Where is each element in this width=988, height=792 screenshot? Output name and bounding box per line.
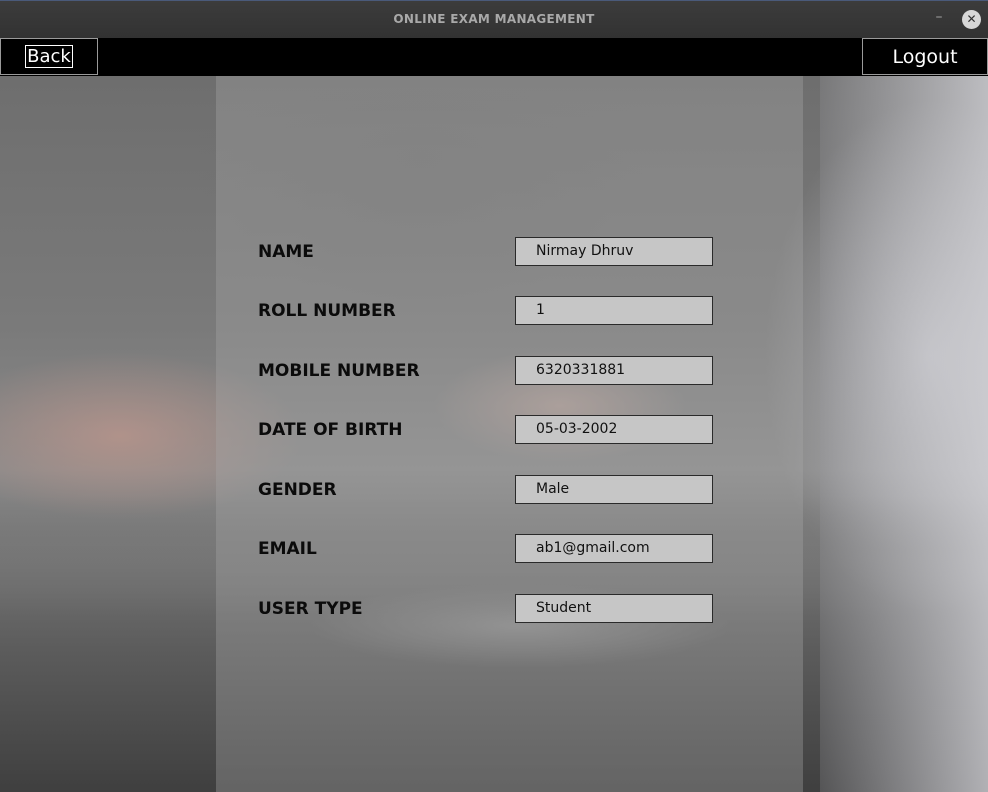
mobile-number-field[interactable]: 6320331881 [515, 356, 713, 385]
date-of-birth-label: DATE OF BIRTH [258, 420, 403, 440]
date-of-birth-field[interactable]: 05-03-2002 [515, 415, 713, 444]
title-bar: ONLINE EXAM MANAGEMENT – ✕ [0, 0, 988, 38]
roll-number-label: ROLL NUMBER [258, 301, 396, 321]
gender-field[interactable]: Male [515, 475, 713, 504]
roll-number-field[interactable]: 1 [515, 296, 713, 325]
window-title: ONLINE EXAM MANAGEMENT [393, 12, 595, 26]
email-label: EMAIL [258, 539, 317, 559]
user-type-label: USER TYPE [258, 599, 363, 619]
gender-label: GENDER [258, 480, 337, 500]
close-icon[interactable]: ✕ [962, 10, 981, 29]
minimize-icon[interactable]: – [931, 9, 947, 25]
logout-button[interactable]: Logout [862, 38, 988, 75]
back-button-label: Back [25, 45, 73, 68]
user-type-field[interactable]: Student [515, 594, 713, 623]
email-field[interactable]: ab1@gmail.com [515, 534, 713, 563]
back-button[interactable]: Back [0, 38, 98, 75]
app-window: ONLINE EXAM MANAGEMENT – ✕ Back Logout N… [0, 0, 988, 792]
name-label: NAME [258, 242, 314, 262]
background-laptop-screen [820, 76, 988, 792]
top-menu-bar: Back Logout [0, 38, 988, 76]
name-field[interactable]: Nirmay Dhruv [515, 237, 713, 266]
mobile-number-label: MOBILE NUMBER [258, 361, 420, 381]
